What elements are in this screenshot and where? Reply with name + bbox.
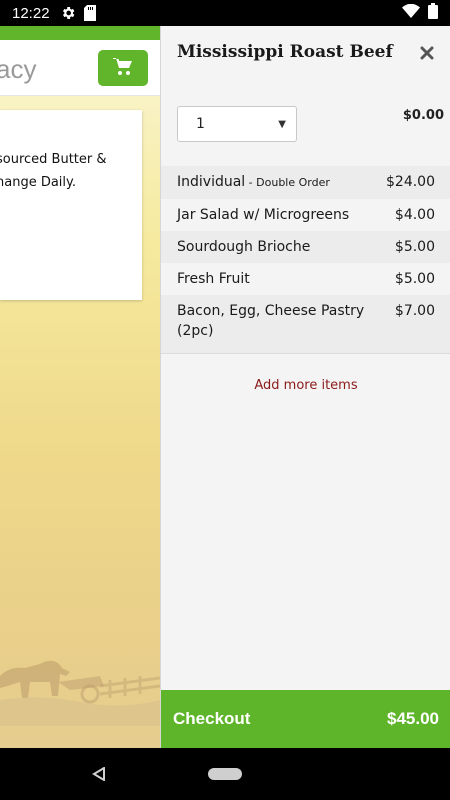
background-card-text: sourced Butter & hange Daily. bbox=[0, 152, 107, 190]
item-name-sub: - Double Order bbox=[245, 176, 330, 189]
item-name: Bacon, Egg, Cheese Pastry (2pc) bbox=[177, 303, 365, 339]
item-name: Sourdough Brioche bbox=[177, 239, 311, 255]
item-title: Mississippi Roast Beef bbox=[177, 42, 393, 62]
checkout-button[interactable]: Checkout $45.00 bbox=[161, 690, 450, 748]
item-price: $7.00 bbox=[394, 303, 435, 319]
list-item: Jar Salad w/ Microgreens $4.00 bbox=[161, 199, 450, 231]
brand-fragment: acy bbox=[0, 54, 37, 84]
cart-button[interactable] bbox=[98, 50, 148, 86]
home-icon[interactable] bbox=[208, 768, 242, 780]
gear-icon bbox=[60, 5, 76, 21]
item-price: $5.00 bbox=[394, 239, 435, 255]
item-name-main: Individual bbox=[177, 174, 246, 190]
farm-illustration bbox=[0, 616, 160, 730]
status-time: 12:22 bbox=[12, 4, 50, 22]
close-button[interactable] bbox=[415, 42, 439, 66]
unit-price: $0.00 bbox=[402, 108, 444, 123]
wifi-icon bbox=[402, 3, 420, 22]
battery-icon bbox=[428, 3, 438, 23]
add-more-items-link[interactable]: Add more items bbox=[161, 378, 450, 393]
background-page: acy sourced Butter & hange Daily. bbox=[0, 26, 160, 748]
status-right-icons bbox=[402, 3, 438, 23]
cart-icon bbox=[113, 57, 133, 79]
item-name: Jar Salad w/ Microgreens bbox=[177, 207, 350, 223]
list-divider bbox=[161, 353, 450, 354]
order-drawer: Mississippi Roast Beef 1 ▼ $0.00 Individ… bbox=[160, 26, 450, 748]
background-card bbox=[0, 110, 142, 300]
item-price: $24.00 bbox=[386, 174, 435, 190]
close-icon bbox=[420, 45, 434, 64]
list-item: Sourdough Brioche $5.00 bbox=[161, 231, 450, 263]
item-price: $4.00 bbox=[394, 207, 435, 223]
quantity-value: 1 bbox=[196, 116, 205, 132]
top-accent-bar bbox=[0, 26, 160, 40]
background-header: acy bbox=[0, 40, 160, 96]
item-price: $5.00 bbox=[394, 271, 435, 287]
caret-down-icon: ▼ bbox=[278, 118, 286, 130]
list-item: Bacon, Egg, Cheese Pastry (2pc) $7.00 bbox=[161, 295, 450, 353]
list-item: Fresh Fruit $5.00 bbox=[161, 263, 450, 295]
item-name: Fresh Fruit bbox=[177, 271, 250, 287]
checkout-label: Checkout bbox=[173, 709, 251, 728]
status-bar: 12:22 bbox=[0, 0, 450, 26]
quantity-select[interactable]: 1 ▼ bbox=[177, 106, 297, 142]
navigation-bar bbox=[0, 748, 450, 800]
checkout-total: $45.00 bbox=[387, 709, 439, 728]
list-item: Individual - Double Order $24.00 bbox=[161, 166, 450, 199]
item-name: Individual - Double Order bbox=[177, 172, 330, 193]
order-items-list: Individual - Double Order $24.00 Jar Sal… bbox=[161, 166, 450, 354]
sd-card-icon bbox=[83, 5, 96, 21]
back-icon[interactable] bbox=[92, 766, 106, 785]
